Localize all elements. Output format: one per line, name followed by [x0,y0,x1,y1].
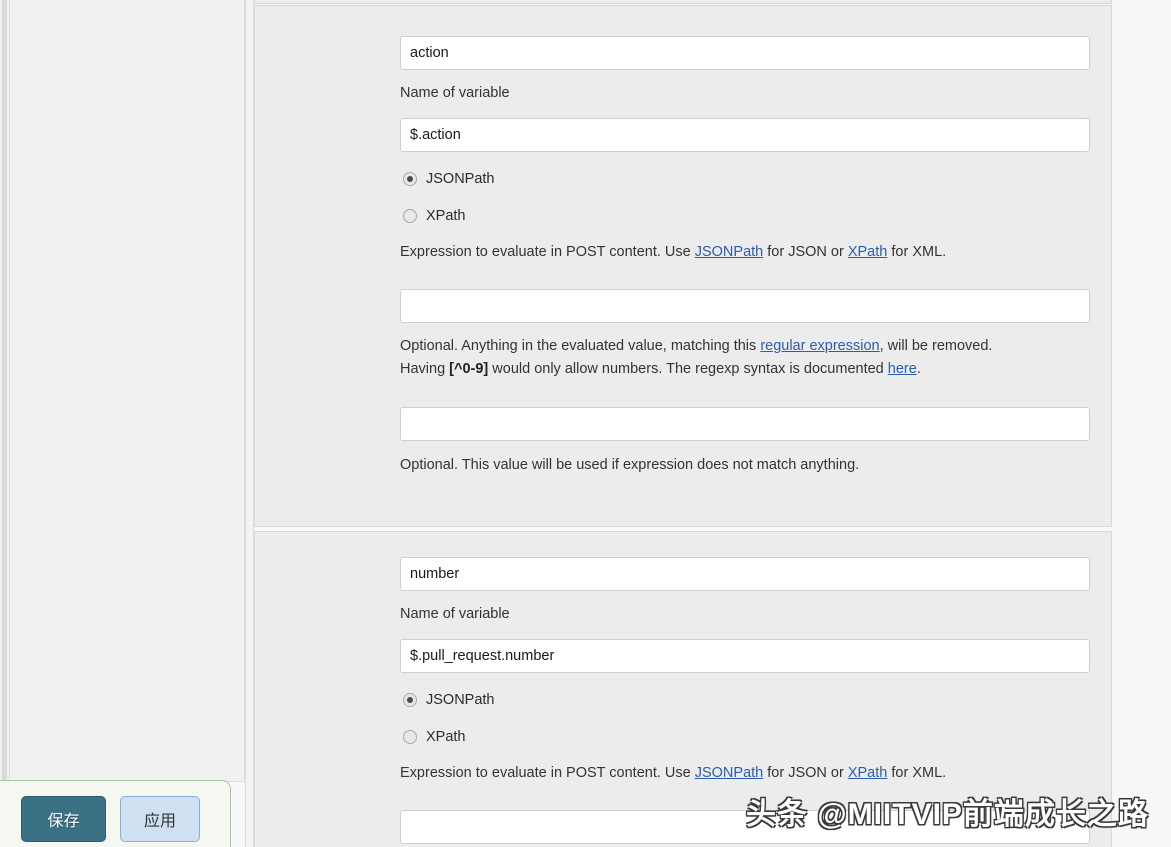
main-content-column: Variable Name of variable Expression JSO… [254,0,1112,847]
expression-help-2: Expression to evaluate in POST content. … [400,762,1100,785]
variable-input-2[interactable] [400,557,1090,591]
value-filter-help-1: Optional. Anything in the evaluated valu… [400,335,1100,381]
here-link-1[interactable]: here [888,361,917,377]
value-filter-help2-suffix-1: . [916,361,921,377]
radio-xpath-icon-1[interactable] [403,209,417,223]
expression-help-prefix-2: Expression to evaluate in POST content. … [400,765,695,781]
radio-jsonpath-label-1: JSONPath [426,171,495,187]
variable-section-2: Variable Name of variable Expression JSO… [254,531,1112,847]
radio-jsonpath-2[interactable]: JSONPath [403,692,495,708]
variable-input-1[interactable] [400,36,1090,70]
previous-panel-strip [254,0,1112,4]
variable-section-1: Variable Name of variable Expression JSO… [254,5,1112,527]
expression-input-1[interactable] [400,118,1090,152]
value-filter-help2-prefix-1: Having [400,361,450,377]
save-button[interactable]: 保存 [21,796,106,842]
radio-xpath-icon-2[interactable] [403,730,417,744]
radio-jsonpath-icon-2[interactable] [403,693,417,707]
expression-help-middle-1: for JSON or [763,244,848,260]
expression-help-prefix-1: Expression to evaluate in POST content. … [400,244,695,260]
value-filter-help2-bold-1: [^0-9] [449,361,489,377]
default-value-input-1[interactable] [400,407,1090,441]
expression-help-middle-2: for JSON or [763,765,848,781]
left-config-panel [9,0,245,782]
default-value-help-1: Optional. This value will be used if exp… [400,457,860,473]
radio-jsonpath-label-2: JSONPath [426,692,495,708]
value-filter-input-1[interactable] [400,289,1090,323]
value-filter-help-suffix-1: , will be removed. [879,338,993,354]
apply-button[interactable]: 应用 [120,796,200,842]
expression-input-2[interactable] [400,639,1090,673]
jsonpath-link-1[interactable]: JSONPath [695,244,764,260]
page-scrollbar-thumb[interactable] [2,0,7,847]
expression-help-1: Expression to evaluate in POST content. … [400,241,1100,264]
variable-help-1: Name of variable [400,85,510,101]
radio-xpath-1[interactable]: XPath [403,208,466,224]
value-filter-help-prefix-1: Optional. Anything in the evaluated valu… [400,338,761,354]
radio-xpath-label-2: XPath [426,729,466,745]
regular-expression-link-1[interactable]: regular expression [760,338,879,354]
value-filter-help2-middle-1: would only allow numbers. The regexp syn… [488,361,888,377]
xpath-link-2[interactable]: XPath [848,765,888,781]
radio-xpath-2[interactable]: XPath [403,729,466,745]
jsonpath-link-2[interactable]: JSONPath [695,765,764,781]
radio-jsonpath-1[interactable]: JSONPath [403,171,495,187]
app-window: Variable Name of variable Expression JSO… [0,0,1171,847]
xpath-link-1[interactable]: XPath [848,244,888,260]
radio-jsonpath-icon-1[interactable] [403,172,417,186]
radio-xpath-label-1: XPath [426,208,466,224]
value-filter-input-2[interactable] [400,810,1090,844]
expression-help-suffix-2: for XML. [887,765,947,781]
form-action-bar: 保存 应用 [0,780,231,847]
page-right-margin [1112,0,1171,847]
variable-help-2: Name of variable [400,606,510,622]
expression-help-suffix-1: for XML. [887,244,947,260]
